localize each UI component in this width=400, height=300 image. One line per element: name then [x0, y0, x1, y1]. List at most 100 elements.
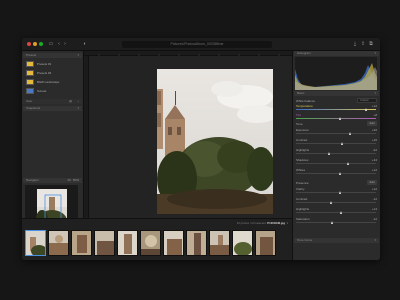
adjustment-slider[interactable]	[296, 210, 376, 214]
slider-knob[interactable]	[340, 210, 343, 214]
adjustment-slider[interactable]	[296, 141, 376, 145]
adjustment-slider[interactable]	[296, 200, 376, 204]
top-ruler	[84, 51, 292, 56]
sidebar-toggle-icon[interactable]: ▭	[48, 41, 54, 47]
filmstrip-thumb[interactable]	[255, 230, 276, 256]
filmstrip-thumb[interactable]	[232, 230, 253, 256]
adjustment-label: Whites	[296, 168, 306, 172]
slider-knob[interactable]	[348, 131, 351, 135]
user-presets-row[interactable]: User ▦ +	[23, 99, 82, 104]
white-balance-select[interactable]: Custom	[357, 98, 377, 103]
adjustment-value[interactable]: +14	[372, 207, 377, 211]
adjustment-slider[interactable]	[296, 171, 376, 175]
download-icon[interactable]: ⤓	[352, 41, 358, 47]
slider-knob[interactable]	[347, 161, 350, 165]
adjustment-value[interactable]: +34	[372, 158, 377, 162]
add-icon[interactable]: +	[77, 99, 79, 104]
adjustment-value[interactable]: +12	[372, 187, 377, 191]
presence-auto-button[interactable]: Auto	[367, 180, 377, 185]
preset-name: Presets #4	[37, 71, 52, 75]
adjustment-slider[interactable]	[296, 151, 376, 155]
tone-auto-button[interactable]: Auto	[367, 121, 377, 126]
adjustment-slider[interactable]	[296, 131, 376, 135]
close-window-button[interactable]	[27, 42, 31, 46]
user-label: User	[26, 99, 33, 103]
navigator-header[interactable]: Navigator Fit 50%	[23, 178, 82, 183]
chevron-down-icon: ▾	[77, 106, 79, 110]
preset-item[interactable]: Sunset	[25, 88, 81, 95]
minimize-window-button[interactable]	[33, 42, 37, 46]
snapshots-header[interactable]: Snapshots ▾	[23, 106, 82, 111]
slider-knob[interactable]	[330, 220, 333, 224]
adjustment-slider[interactable]	[296, 190, 376, 194]
adjustment-label: Tint	[296, 113, 301, 117]
adjustment-value[interactable]: +32	[372, 128, 377, 132]
left-ruler	[84, 56, 89, 218]
filmstrip-thumb[interactable]	[163, 230, 184, 256]
slider-knob[interactable]	[338, 171, 341, 175]
thumb-image	[26, 231, 45, 255]
adjustment-value[interactable]: +8	[374, 113, 377, 117]
chevron-down-icon: ▾	[77, 53, 79, 57]
presets-header[interactable]: Presets ▾	[23, 53, 82, 58]
slider-knob[interactable]	[364, 107, 367, 111]
preset-thumbnail	[26, 79, 34, 85]
adjustment-value[interactable]: -22	[373, 148, 377, 152]
adjustment-label: Shadows	[296, 158, 309, 162]
filmstrip-thumb[interactable]	[71, 230, 92, 256]
adjustment-label: Temperature	[296, 104, 313, 108]
filmstrip-thumb[interactable]	[186, 230, 207, 256]
adjustment-value[interactable]: +12	[372, 168, 377, 172]
navigator-zoom[interactable]: 50%	[73, 178, 79, 183]
preset-item[interactable]: Presets #4	[25, 70, 81, 77]
adjustment-label: Contrast	[296, 197, 308, 201]
tone-curve-header[interactable]: Tone Curve ▾	[294, 238, 379, 243]
chevron-down-icon: ▾	[374, 51, 376, 55]
adjustment-label: Saturation	[296, 217, 310, 221]
image-canvas[interactable]	[84, 51, 292, 218]
shield-icon[interactable]: ◐	[82, 41, 88, 47]
preset-item[interactable]: Presets #1	[25, 61, 81, 68]
basic-header[interactable]: Basic ▾	[294, 91, 379, 96]
filmstrip-info: 10 photos / 24 selected P1000348.jpg ▾	[237, 221, 288, 225]
thumb-image	[256, 231, 275, 255]
filmstrip-thumb[interactable]	[48, 230, 69, 256]
forward-icon[interactable]: ›	[62, 41, 68, 47]
presets-header-label: Presets	[26, 53, 37, 57]
grid-icon[interactable]: ▦	[69, 99, 72, 104]
slider-knob[interactable]	[328, 151, 331, 155]
tabs-icon[interactable]: ⧉	[368, 41, 374, 47]
slider-knob[interactable]	[329, 200, 332, 204]
adjustment-slider[interactable]	[296, 116, 376, 120]
slider-knob[interactable]	[339, 190, 342, 194]
filmstrip-thumb[interactable]	[25, 230, 46, 256]
chevron-down-icon: ▾	[374, 91, 376, 95]
preset-item[interactable]: B&W Landscape	[25, 79, 81, 86]
filmstrip-thumb[interactable]	[209, 230, 230, 256]
sort-icon[interactable]: ▾	[287, 221, 288, 225]
main-photo[interactable]	[157, 69, 273, 214]
thumb-image	[187, 231, 206, 255]
tone-curve-header-label: Tone Curve	[297, 238, 313, 242]
adjustment-value[interactable]: -12	[373, 217, 377, 221]
filmstrip-thumb[interactable]	[117, 230, 138, 256]
right-panel: Histogram ▾ Basic ▾ White balance Custom…	[292, 51, 380, 260]
histogram-header[interactable]: Histogram ▾	[294, 51, 379, 56]
histogram	[295, 57, 377, 90]
address-bar[interactable]: Pictures/PhotosAlbum_003385me	[122, 41, 272, 48]
slider-knob[interactable]	[340, 141, 343, 145]
adjustment-slider[interactable]	[296, 161, 376, 165]
navigator-fit[interactable]: Fit	[68, 178, 71, 183]
adjustment-slider[interactable]	[296, 220, 376, 224]
adjustment-label: Clarity	[296, 187, 305, 191]
adjustment-value[interactable]: -12	[373, 197, 377, 201]
adjustment-value[interactable]: +16	[372, 138, 377, 142]
filmstrip-thumb[interactable]	[140, 230, 161, 256]
adjustment-slider[interactable]	[296, 107, 376, 111]
slider-knob[interactable]	[338, 116, 341, 120]
share-icon[interactable]: ⇧	[360, 41, 366, 47]
filmstrip-thumb[interactable]	[94, 230, 115, 256]
zoom-window-button[interactable]	[39, 42, 43, 46]
thumb-image	[95, 231, 114, 255]
adjustment-value[interactable]: +12	[372, 104, 377, 108]
